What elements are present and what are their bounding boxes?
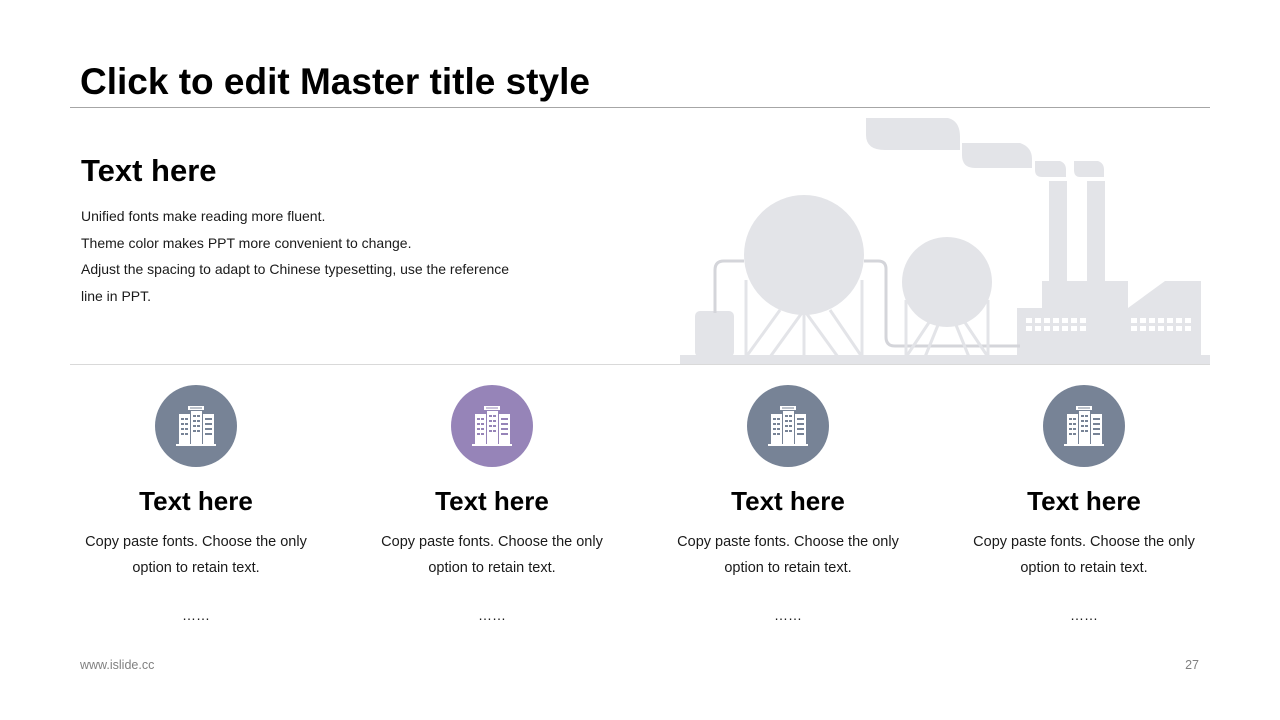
intro-line: line in PPT. [81, 287, 152, 304]
card-ellipsis: …… [182, 607, 210, 623]
card-title: Text here [435, 486, 549, 516]
smoke-cloud-1 [866, 118, 960, 150]
intro-text-box[interactable]: Unified fonts make reading more fluent. … [81, 203, 551, 309]
footer-url: www.islide.cc [80, 658, 155, 672]
card-body-line: Copy paste fonts. Choose the only [85, 534, 307, 550]
page-number: 27 [1185, 658, 1199, 672]
sphere-tank-large [744, 195, 864, 315]
card-body-line: Copy paste fonts. Choose the only [677, 534, 899, 550]
office-building-icon [155, 385, 237, 467]
card-body-line: Copy paste fonts. Choose the only [381, 534, 603, 550]
office-building-icon [1043, 385, 1125, 467]
intro-line: Adjust the spacing to adapt to Chinese t… [81, 261, 510, 277]
smoke-cloud-3 [1035, 161, 1066, 177]
card-ellipsis: …… [1070, 607, 1098, 623]
chimney-2 [1087, 181, 1105, 285]
card-ellipsis: …… [478, 607, 506, 623]
card-ellipsis: …… [774, 607, 802, 623]
smoke-cloud-4 [1074, 161, 1104, 177]
factory-upper [1042, 281, 1128, 311]
card-title: Text here [139, 486, 253, 516]
office-building-icon [747, 385, 829, 467]
section-divider [70, 364, 1210, 365]
title-divider [70, 107, 1210, 108]
factory-block-left [1017, 308, 1128, 358]
card-body-line: Copy paste fonts. Choose the only [973, 534, 1195, 550]
card-body: Copy paste fonts. Choose the only option… [66, 529, 326, 581]
feature-card-3[interactable]: Text here Copy paste fonts. Choose the o… [658, 385, 918, 623]
smoke-cloud-2 [962, 143, 1032, 168]
small-tank [695, 311, 734, 357]
intro-line: Unified fonts make reading more fluent. [81, 208, 326, 224]
sphere-tank-small [902, 237, 992, 327]
card-body: Copy paste fonts. Choose the only option… [658, 529, 918, 581]
feature-card-1[interactable]: Text here Copy paste fonts. Choose the o… [66, 385, 326, 623]
card-body-line: option to retain text. [1020, 560, 1148, 576]
feature-card-2[interactable]: Text here Copy paste fonts. Choose the o… [362, 385, 622, 623]
card-title: Text here [731, 486, 845, 516]
intro-heading[interactable]: Text here [81, 152, 217, 190]
card-title: Text here [1027, 486, 1141, 516]
card-body-line: option to retain text. [428, 560, 556, 576]
slide-title[interactable]: Click to edit Master title style [80, 60, 590, 104]
factory-illustration [680, 118, 1210, 365]
card-body-line: option to retain text. [132, 560, 260, 576]
intro-line: Theme color makes PPT more convenient to… [81, 234, 412, 251]
feature-card-4[interactable]: Text here Copy paste fonts. Choose the o… [954, 385, 1214, 623]
card-body-line: option to retain text. [724, 560, 852, 576]
pipe-left [713, 259, 744, 313]
chimney-1 [1049, 181, 1067, 285]
card-body: Copy paste fonts. Choose the only option… [954, 529, 1214, 581]
office-building-icon [451, 385, 533, 467]
card-body: Copy paste fonts. Choose the only option… [362, 529, 622, 581]
